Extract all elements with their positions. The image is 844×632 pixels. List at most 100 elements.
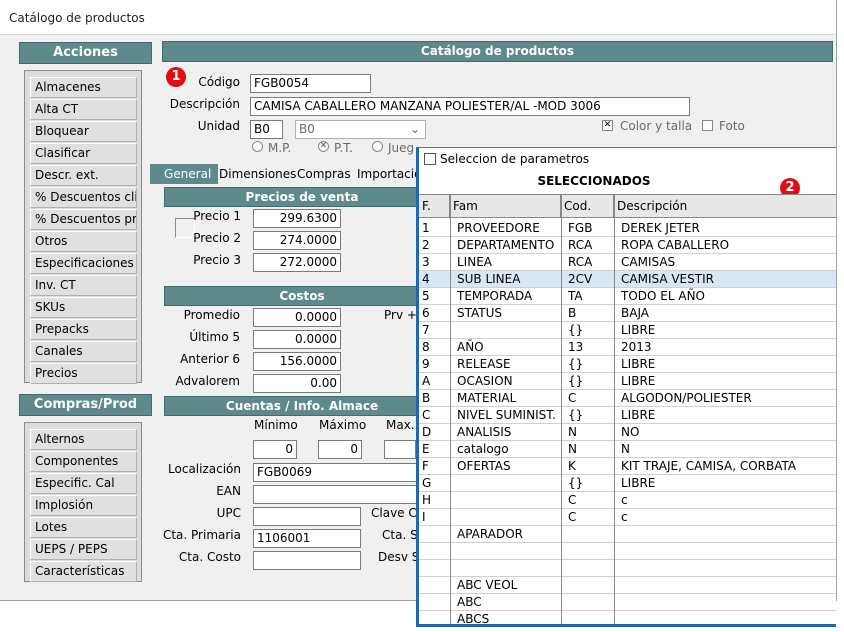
- table-row[interactable]: ABC: [419, 594, 836, 611]
- table-row[interactable]: 4 SUB LINEA 2CV CAMISA VESTIR: [419, 271, 836, 288]
- acciones-item-7[interactable]: Otros: [30, 231, 137, 252]
- col-f-header[interactable]: F.: [419, 195, 450, 217]
- minimo-input[interactable]: 0: [253, 440, 297, 459]
- table-row[interactable]: C NIVEL SUMINIST. {} LIBRE: [419, 407, 836, 424]
- cell-cod: {}: [568, 476, 584, 490]
- localizacion-label: Localización: [168, 462, 241, 476]
- cell-fam: [457, 560, 559, 577]
- cell-cod: [568, 577, 612, 594]
- radio-mp-label: M.P.: [268, 141, 292, 155]
- cell-fam: RELEASE: [457, 357, 511, 371]
- localizacion-input[interactable]: FGB0069: [253, 463, 418, 482]
- seleccion-parametros-label: Seleccion de parametros: [440, 152, 590, 166]
- cell-cod: N: [568, 425, 577, 439]
- acciones-item-4[interactable]: Descr. ext.: [30, 165, 137, 186]
- tab-importacion[interactable]: Importació: [357, 164, 421, 184]
- table-row[interactable]: F OFERTAS K KIT TRAJE, CAMISA, CORBATA: [419, 458, 836, 475]
- cell-f: [422, 526, 448, 543]
- tab-compras[interactable]: Compras: [297, 164, 351, 184]
- cta-costo-input[interactable]: [253, 551, 361, 570]
- max-input[interactable]: [384, 440, 416, 459]
- ean-input[interactable]: [253, 485, 418, 504]
- radio-pt[interactable]: ✕: [318, 141, 329, 152]
- col-desc-header[interactable]: Descripción: [614, 195, 836, 217]
- acciones-item-2[interactable]: Bloquear: [30, 121, 137, 142]
- table-row[interactable]: 3 LINEA RCA CAMISAS: [419, 254, 836, 271]
- costo-anterior-input[interactable]: 156.0000: [253, 352, 341, 371]
- compras-item-2[interactable]: Especific. Cal: [30, 473, 137, 494]
- precio-3-input[interactable]: 272.0000: [253, 253, 341, 272]
- codigo-input[interactable]: FGB0054: [250, 74, 371, 93]
- acciones-item-12[interactable]: Canales: [30, 341, 137, 362]
- acciones-item-1[interactable]: Alta CT: [30, 99, 137, 120]
- unidad-input[interactable]: B0: [250, 120, 283, 139]
- table-row[interactable]: 2 DEPARTAMENTO RCA ROPA CABALLERO: [419, 237, 836, 254]
- table-row[interactable]: 7 {} LIBRE: [419, 322, 836, 339]
- foto-checkbox[interactable]: [702, 120, 713, 131]
- compras-item-0[interactable]: Alternos: [30, 429, 137, 450]
- grid-divider-1: [450, 194, 451, 624]
- acciones-item-3[interactable]: Clasificar: [30, 143, 137, 164]
- cell-cod: {}: [568, 408, 584, 422]
- cta-costo-label: Cta. Costo: [178, 550, 241, 564]
- acciones-item-11[interactable]: Prepacks: [30, 319, 137, 340]
- tab-dimensiones[interactable]: Dimensiones: [219, 164, 296, 184]
- cell-fam: NIVEL SUMINIST.: [457, 408, 556, 422]
- acciones-item-10[interactable]: SKUs: [30, 297, 137, 318]
- table-row[interactable]: 9 RELEASE {} LIBRE: [419, 356, 836, 373]
- table-row[interactable]: [419, 560, 836, 577]
- cell-f: [422, 594, 448, 611]
- table-row[interactable]: 5 TEMPORADA TA TODO EL AÑO: [419, 288, 836, 305]
- precio-1-input[interactable]: 299.6300: [253, 209, 341, 228]
- cell-fam: ABCS: [457, 612, 490, 626]
- table-row[interactable]: ABCS: [419, 611, 836, 626]
- acciones-item-0[interactable]: Almacenes: [30, 77, 137, 98]
- table-row[interactable]: 1 PROVEEDORE FGB DEREK JETER: [419, 220, 836, 237]
- acciones-item-8[interactable]: Especificaciones: [30, 253, 137, 274]
- table-row[interactable]: 6 STATUS B BAJA: [419, 305, 836, 322]
- tab-general[interactable]: General: [150, 164, 218, 184]
- acciones-item-6[interactable]: % Descuentos prvs: [30, 209, 137, 230]
- compras-item-1[interactable]: Componentes: [30, 451, 137, 472]
- cell-desc: CAMISAS: [621, 255, 676, 269]
- descripcion-input[interactable]: CAMISA CABALLERO MANZANA POLIESTER/AL -M…: [250, 97, 690, 116]
- table-row[interactable]: G {} LIBRE: [419, 475, 836, 492]
- radio-mp[interactable]: [252, 141, 263, 152]
- cuentas-header: Cuentas / Info. Almace: [164, 396, 440, 416]
- radio-jue[interactable]: [372, 141, 383, 152]
- cell-f: 4: [422, 272, 430, 286]
- grid-divider-3: [614, 194, 615, 624]
- acciones-item-9[interactable]: Inv. CT: [30, 275, 137, 296]
- table-row[interactable]: 8 AÑO 13 2013: [419, 339, 836, 356]
- unidad-select[interactable]: B0 ⌄: [295, 120, 426, 139]
- precio-2-input[interactable]: 274.0000: [253, 231, 341, 250]
- table-row[interactable]: D ANALISIS N NO: [419, 424, 836, 441]
- cell-desc: [621, 594, 836, 611]
- table-row[interactable]: Ecatalogo N N: [419, 441, 836, 458]
- table-row[interactable]: [419, 543, 836, 560]
- compras-item-4[interactable]: Lotes: [30, 517, 137, 538]
- table-row[interactable]: H Cc: [419, 492, 836, 509]
- maximo-input[interactable]: 0: [318, 440, 362, 459]
- seleccion-parametros-checkbox[interactable]: [424, 153, 436, 165]
- compras-item-6[interactable]: Características: [30, 561, 137, 582]
- table-row[interactable]: APARADOR: [419, 526, 836, 543]
- compras-item-5[interactable]: UEPS / PEPS: [30, 539, 137, 560]
- col-fam-header[interactable]: Fam: [450, 195, 561, 217]
- table-row[interactable]: A OCASION {} LIBRE: [419, 373, 836, 390]
- table-row[interactable]: ABC VEOL: [419, 577, 836, 594]
- costo-advalorem-input[interactable]: 0.00: [253, 374, 341, 393]
- acciones-item-5[interactable]: % Descuentos clis: [30, 187, 137, 208]
- costo-ultimo-input[interactable]: 0.0000: [253, 330, 341, 349]
- costo-promedio-input[interactable]: 0.0000: [253, 308, 341, 327]
- color-talla-checkbox[interactable]: ✕: [602, 120, 613, 131]
- col-cod-header[interactable]: Cod.: [561, 195, 614, 217]
- compras-item-3[interactable]: Implosión: [30, 495, 137, 516]
- upc-input[interactable]: [253, 507, 361, 526]
- acciones-item-13[interactable]: Precios: [30, 363, 137, 384]
- cta-primaria-input[interactable]: 1106001: [253, 529, 361, 548]
- table-row[interactable]: I Cc: [419, 509, 836, 526]
- unidad-select-value: B0: [299, 122, 315, 136]
- cell-f: A: [422, 374, 431, 388]
- table-row[interactable]: B MATERIAL C ALGODON/POLIESTER: [419, 390, 836, 407]
